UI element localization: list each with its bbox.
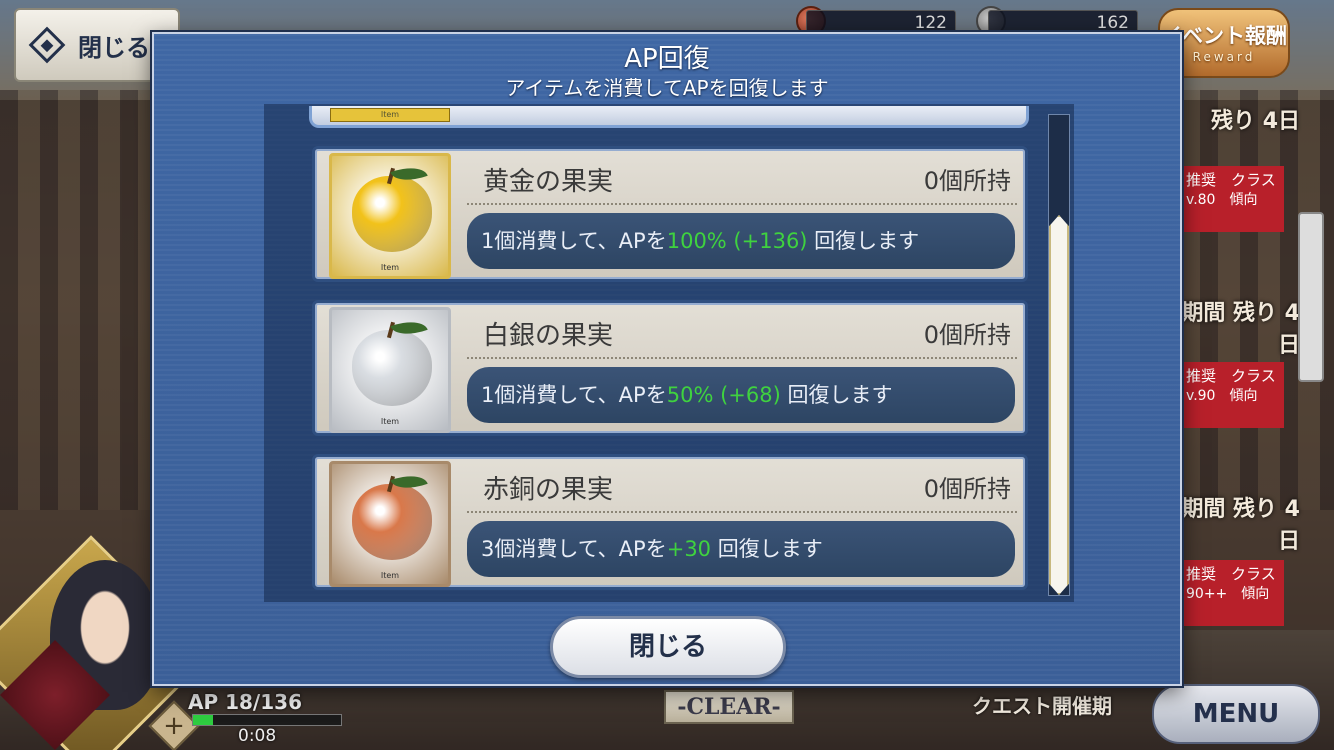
desc-prefix: 1個消費して、APを — [481, 229, 667, 253]
plus-icon: + — [163, 711, 185, 741]
desc-suffix: 回復します — [807, 229, 920, 253]
ap-bar-fill — [193, 715, 213, 725]
recommend-card-2[interactable]: 推奨 クラス v.90 傾向 — [1180, 362, 1284, 428]
item-card[interactable]: Item 赤銅の果実 0個所持 3個消費して、APを+30 回復します — [312, 454, 1028, 590]
item-owned-count: 0個所持 — [923, 321, 1011, 349]
desc-suffix: 回復します — [780, 383, 893, 407]
quest-period-label: クエスト開催期 — [972, 694, 1112, 718]
list-scrollbar[interactable] — [1048, 114, 1070, 596]
recommend-line2: v.80 傾向 — [1186, 192, 1258, 208]
dialog-title: AP回復 — [624, 44, 710, 74]
item-description: 1個消費して、APを50% (+68) 回復します — [467, 367, 1015, 423]
desc-prefix: 1個消費して、APを — [481, 383, 667, 407]
item-card[interactable]: Item 白銀の果実 0個所持 1個消費して、APを50% (+68) 回復しま… — [312, 300, 1028, 436]
divider — [467, 357, 1017, 359]
recommend-line1: 推奨 クラス — [1186, 171, 1276, 189]
recovery-amount: 50% (+68) — [666, 383, 781, 407]
golden-apple-icon: Item — [329, 153, 451, 279]
item-name: 赤銅の果実 — [483, 475, 614, 505]
recommend-line1: 推奨 クラス — [1186, 565, 1276, 583]
item-owned-count: 0個所持 — [923, 475, 1011, 503]
ap-timer: 0:08 — [238, 726, 277, 746]
partial-list-item: Item — [309, 106, 1029, 128]
scrollbar-thumb[interactable] — [1049, 215, 1069, 595]
item-tag: Item — [380, 571, 400, 580]
side-scrollbar[interactable] — [1298, 212, 1324, 382]
desc-suffix: 回復します — [711, 537, 823, 561]
clear-badge: -CLEAR- — [664, 690, 794, 724]
ap-label: AP 18/136 — [188, 690, 302, 714]
item-name: 黄金の果実 — [483, 167, 614, 197]
silver-apple-icon: Item — [329, 307, 451, 433]
ap-bar — [192, 714, 342, 726]
item-name: 白銀の果実 — [483, 321, 614, 351]
bronze-apple-icon: Item — [329, 461, 451, 587]
close-button[interactable]: 閉じる — [550, 616, 786, 678]
recommend-line1: 推奨 クラス — [1186, 367, 1276, 385]
recovery-amount: 100% (+136) — [666, 229, 808, 253]
menu-button[interactable]: MENU — [1152, 684, 1320, 744]
recommend-card-1[interactable]: 推奨 クラス v.80 傾向 — [1180, 166, 1284, 232]
item-description: 3個消費して、APを+30 回復します — [467, 521, 1015, 577]
item-tag: Item — [380, 417, 400, 426]
item-tag: Item — [330, 108, 450, 122]
recovery-amount: +30 — [666, 537, 712, 561]
item-owned-count: 0個所持 — [923, 167, 1011, 195]
dialog-subtitle: アイテムを消費してAPを回復します — [505, 76, 829, 100]
item-tag: Item — [380, 263, 400, 272]
desc-prefix: 3個消費して、APを — [481, 537, 667, 561]
back-button-label: 閉じる — [78, 33, 150, 62]
chevron-left-icon — [28, 26, 66, 64]
item-description: 1個消費して、APを100% (+136) 回復します — [467, 213, 1015, 269]
item-card[interactable]: Item 黄金の果実 0個所持 1個消費して、APを100% (+136) 回復… — [312, 146, 1028, 282]
ap-recovery-dialog: AP回復 アイテムを消費してAPを回復します Item Item 黄金の果実 0… — [152, 32, 1182, 686]
recommend-card-3[interactable]: 推奨 クラス 90++ 傾向 — [1180, 560, 1284, 626]
divider — [467, 203, 1017, 205]
recommend-line2: v.90 傾向 — [1186, 388, 1258, 404]
divider — [467, 511, 1017, 513]
recommend-line2: 90++ 傾向 — [1186, 586, 1270, 602]
side-days-1: 残り 4日 — [1211, 109, 1300, 134]
